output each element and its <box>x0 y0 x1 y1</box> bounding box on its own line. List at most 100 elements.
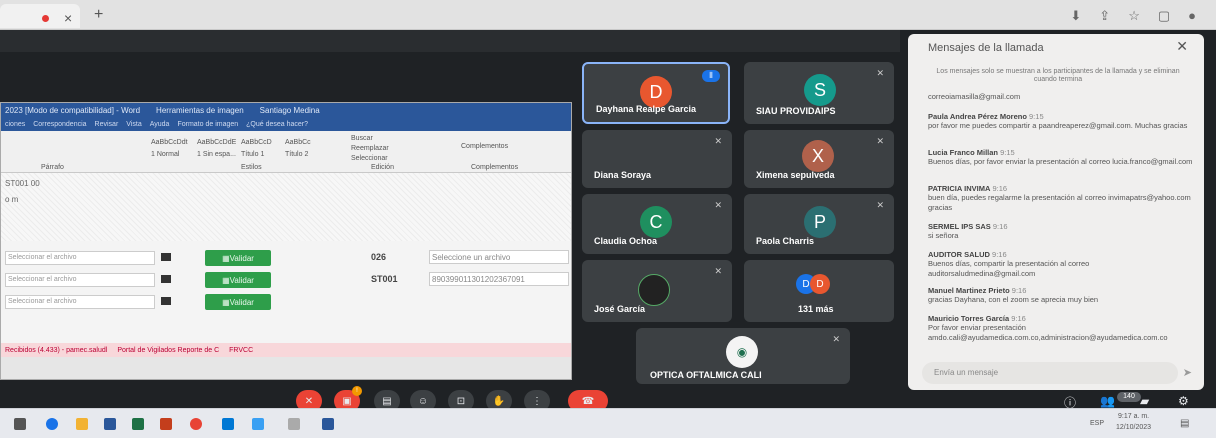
style-sample[interactable]: AaBbCcD <box>241 139 272 146</box>
close-tab-icon[interactable]: × <box>64 10 72 26</box>
send-icon[interactable]: ➤ <box>1183 366 1192 379</box>
validar-label: Validar <box>229 275 254 285</box>
avatar: X <box>802 140 834 172</box>
folder-icon[interactable] <box>161 253 171 261</box>
clock-time[interactable]: 9:17 a. m. <box>1118 413 1149 420</box>
participant-tile[interactable]: C ✕ Claudia Ochoa <box>582 194 732 254</box>
style-sample[interactable]: AaBbCcDdt <box>151 139 188 146</box>
file-input[interactable]: Seleccionar el archivo <box>5 295 155 309</box>
word-menu-item[interactable]: Vista <box>126 121 141 128</box>
more-participants-tile[interactable]: D D 131 más <box>744 260 894 322</box>
download-icon[interactable]: ⬇ <box>1070 8 1081 24</box>
folder-icon[interactable] <box>161 275 171 283</box>
buscar-button[interactable]: Buscar <box>351 135 373 142</box>
chat-input-placeholder: Envía un mensaje <box>934 368 999 377</box>
clock-date[interactable]: 12/10/2023 <box>1116 424 1151 431</box>
message-text: buen día, puedes regalarme la presentaci… <box>928 193 1191 212</box>
word-menu-item[interactable]: ciones <box>5 121 25 128</box>
message-text: Por favor enviar presentación amdo.cali@… <box>928 323 1168 342</box>
chat-icon[interactable]: ▰ <box>1140 394 1149 408</box>
reemplazar-button[interactable]: Reemplazar <box>351 145 389 152</box>
participant-tile[interactable]: ✕ Diana Soraya <box>582 130 732 188</box>
notifications-icon[interactable]: ▤ <box>1180 418 1189 429</box>
style-sample[interactable]: AaBbCc <box>285 139 311 146</box>
app-icon[interactable] <box>252 418 264 430</box>
form-field[interactable]: Seleccione un archivo <box>429 250 569 264</box>
doc-text: o m <box>5 195 19 204</box>
windows-taskbar: ESP 9:17 a. m. 12/10/2023 ▤ <box>0 408 1216 438</box>
form-code: 026 <box>371 252 387 262</box>
inner-tab[interactable]: Recibidos (4.433) - pamec.saludl <box>5 347 107 354</box>
mic-off-icon: ✕ <box>876 68 884 78</box>
language-indicator[interactable]: ESP <box>1090 420 1104 427</box>
chat-input[interactable]: Envía un mensaje <box>922 362 1178 384</box>
participant-tile[interactable]: X ✕ Ximena sepulveda <box>744 130 894 188</box>
avatar: S <box>804 74 836 106</box>
ribbon-group-edicion: Edición <box>371 164 394 171</box>
file-explorer-icon[interactable] <box>76 418 88 430</box>
inner-tab[interactable]: Portal de Vigilados Reporte de C <box>117 347 219 354</box>
participant-name: Claudia Ochoa <box>594 236 658 246</box>
validar-button[interactable]: ▦ Validar <box>205 294 271 310</box>
style-name: 1 Normal <box>151 151 180 158</box>
validar-button[interactable]: ▦ Validar <box>205 250 271 266</box>
participants-count-badge: 140 <box>1117 392 1141 402</box>
word-menu-item[interactable]: Formato de imagen <box>177 121 238 128</box>
form-row: Seleccionar el archivo ▦ Validar 026 Sel… <box>1 249 571 269</box>
file-input[interactable]: Seleccionar el archivo <box>5 273 155 287</box>
avatar: P <box>804 206 836 238</box>
outlook-icon[interactable] <box>222 418 234 430</box>
word-menu-item[interactable]: ¿Qué desea hacer? <box>246 121 308 128</box>
new-tab-button[interactable]: + <box>94 6 103 24</box>
window-icon[interactable]: ▢ <box>1158 8 1170 24</box>
participant-tile[interactable]: P ✕ Paola Charris <box>744 194 894 254</box>
app-icon[interactable] <box>288 418 300 430</box>
participant-tile[interactable]: S ✕ SIAU PROVIDAIPS <box>744 62 894 124</box>
chat-message: AUDITOR SALUD 9:16 Buenos días, comparti… <box>928 250 1194 278</box>
ribbon-group-complementos: Complementos <box>471 164 519 171</box>
folder-icon[interactable] <box>161 297 171 305</box>
message-sender: SERMEL IPS SAS <box>928 222 991 231</box>
validar-button[interactable]: ▦ Validar <box>205 272 271 288</box>
participant-name: SIAU PROVIDAIPS <box>756 106 836 116</box>
word-menu-item[interactable]: Correspondencia <box>33 121 86 128</box>
word-menu-item[interactable]: Revisar <box>95 121 119 128</box>
more-count: 131 más <box>798 304 834 314</box>
search-icon[interactable] <box>14 418 26 430</box>
close-icon[interactable]: ✕ <box>1176 38 1188 55</box>
message-time: 9:16 <box>992 184 1008 193</box>
avatar: D <box>810 274 830 294</box>
message-text: Buenos días, compartir la presentación a… <box>928 259 1090 278</box>
activities-icon[interactable]: ⚙ <box>1178 394 1189 408</box>
profile-icon[interactable]: ● <box>1188 8 1196 24</box>
word-menu-item[interactable]: Ayuda <box>150 121 170 128</box>
seleccionar-button[interactable]: Seleccionar <box>351 155 388 162</box>
mic-off-icon: ✕ <box>832 334 840 344</box>
style-sample[interactable]: AaBbCcDdE <box>197 139 236 146</box>
chat-message: Lucia Franco Millan 9:15 Buenos días, po… <box>928 148 1194 167</box>
word-doc-title: 2023 [Modo de compatibilidad] - Word <box>5 105 141 115</box>
form-field[interactable]: 890399011301202367091 <box>429 272 569 286</box>
edge-icon[interactable] <box>46 418 58 430</box>
participant-tile[interactable]: ✕ José García <box>582 260 732 322</box>
complementos-button[interactable]: Complementos <box>461 143 508 150</box>
word-window-icon[interactable] <box>322 418 334 430</box>
warning-badge-icon: ! <box>352 386 362 396</box>
chrome-icon[interactable] <box>190 418 202 430</box>
people-icon[interactable]: 👥 <box>1100 394 1115 408</box>
mic-off-icon: ✕ <box>876 136 884 146</box>
star-icon[interactable]: ☆ <box>1128 8 1140 24</box>
share-icon[interactable]: ⇪ <box>1099 8 1110 24</box>
chat-panel: Mensajes de la llamada ✕ Los mensajes so… <box>908 34 1204 390</box>
browser-tab[interactable]: × <box>0 4 80 28</box>
participant-tile[interactable]: D ⦀ Dayhana Realpe Garcia <box>582 62 730 124</box>
ribbon-group-parrafo: Párrafo <box>41 164 64 171</box>
excel-icon[interactable] <box>132 418 144 430</box>
powerpoint-icon[interactable] <box>160 418 172 430</box>
message-sender: Lucia Franco Millan <box>928 148 999 157</box>
file-input[interactable]: Seleccionar el archivo <box>5 251 155 265</box>
word-icon[interactable] <box>104 418 116 430</box>
participant-tile[interactable]: ◉ ✕ OPTICA OFTALMICA CALI <box>636 328 850 384</box>
inner-tab[interactable]: FRVCC <box>229 347 253 354</box>
speaking-indicator-icon: ⦀ <box>702 70 720 82</box>
